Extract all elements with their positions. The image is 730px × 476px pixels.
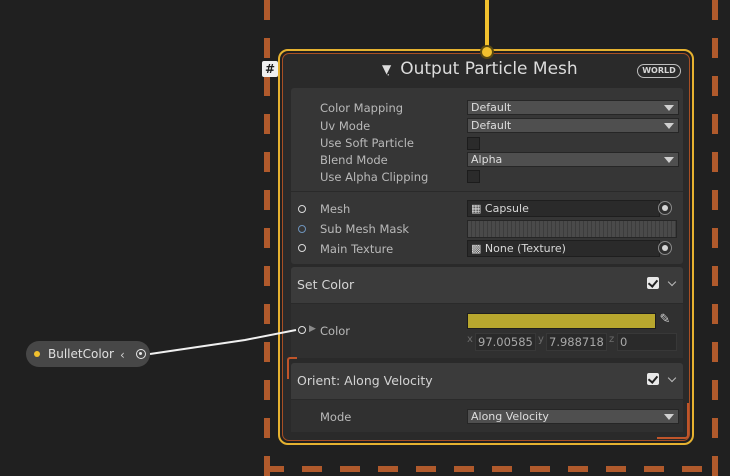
chevron-left-icon[interactable]: ‹ [120,348,125,362]
bullet-color-label: BulletColor [48,347,114,361]
color-edge [149,329,297,355]
bullet-color-output-port[interactable] [136,349,146,359]
color-edge-svg [149,329,297,355]
property-type-dot [34,351,40,357]
